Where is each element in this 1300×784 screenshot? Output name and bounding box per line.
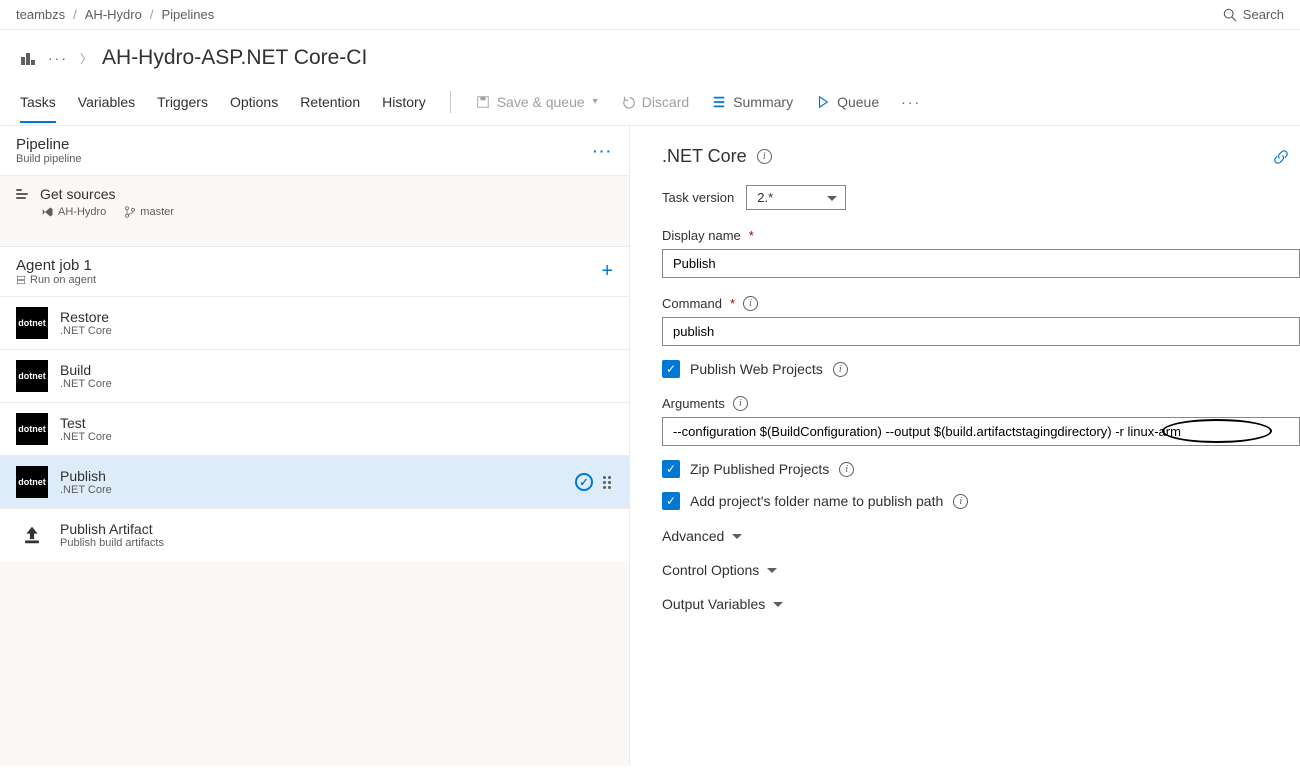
zip-published-label: Zip Published Projects: [690, 461, 829, 477]
drag-handle[interactable]: [603, 476, 613, 489]
page-header: ··· 〉 AH-Hydro-ASP.NET Core-CI: [0, 30, 1300, 78]
breadcrumb-org[interactable]: teambzs: [16, 7, 65, 22]
search-button[interactable]: Search: [1223, 7, 1284, 22]
task-detail-pane: .NET Core i Task version 2.* Display nam…: [630, 126, 1300, 766]
info-icon[interactable]: i: [839, 462, 854, 477]
tab-tasks[interactable]: Tasks: [20, 82, 56, 122]
display-name-label: Display name: [662, 228, 741, 243]
branch-icon: [124, 206, 136, 218]
command-input[interactable]: [662, 317, 1300, 346]
dotnet-icon: dotnet: [16, 466, 48, 498]
search-icon: [1223, 8, 1237, 22]
tab-options[interactable]: Options: [230, 82, 278, 122]
list-icon: [711, 94, 727, 110]
link-settings-icon[interactable]: [1272, 148, 1290, 166]
tab-bar: Tasks Variables Triggers Options Retenti…: [0, 78, 1300, 126]
info-icon[interactable]: i: [743, 296, 758, 311]
publish-web-checkbox[interactable]: ✓: [662, 360, 680, 378]
page-title: AH-Hydro-ASP.NET Core-CI: [102, 46, 367, 70]
zip-published-checkbox[interactable]: ✓: [662, 460, 680, 478]
pipeline-subtitle: Build pipeline: [16, 153, 81, 165]
sources-icon: [16, 189, 30, 199]
save-icon: [475, 94, 491, 110]
get-sources-row[interactable]: Get sources AH-Hydro master: [0, 176, 629, 232]
arguments-label: Arguments: [662, 396, 725, 411]
info-icon[interactable]: i: [953, 494, 968, 509]
content-area: Pipeline Build pipeline ··· Get sources …: [0, 126, 1300, 766]
pipeline-tree: Pipeline Build pipeline ··· Get sources …: [0, 126, 630, 766]
enabled-indicator-icon[interactable]: ✓: [575, 473, 593, 491]
info-icon[interactable]: i: [733, 396, 748, 411]
add-folder-label: Add project's folder name to publish pat…: [690, 493, 943, 509]
branch-indicator: master: [124, 206, 174, 218]
header-more-menu[interactable]: ···: [48, 50, 68, 66]
queue-button[interactable]: Queue: [815, 94, 879, 110]
agent-job-title: Agent job 1: [16, 257, 96, 274]
chevron-down-icon: [773, 596, 783, 612]
pipeline-title: Pipeline: [16, 136, 81, 153]
chevron-down-icon: [767, 562, 777, 578]
arguments-input[interactable]: [662, 417, 1300, 446]
breadcrumb-project[interactable]: AH-Hydro: [85, 7, 142, 22]
pipelines-icon: [20, 50, 36, 66]
dotnet-icon: dotnet: [16, 307, 48, 339]
summary-button[interactable]: Summary: [711, 94, 793, 110]
add-folder-checkbox[interactable]: ✓: [662, 492, 680, 510]
tab-history[interactable]: History: [382, 82, 426, 122]
add-task-button[interactable]: +: [601, 260, 613, 283]
dotnet-icon: dotnet: [16, 360, 48, 392]
task-version-select[interactable]: 2.*: [746, 185, 846, 210]
search-label: Search: [1243, 7, 1284, 22]
tab-triggers[interactable]: Triggers: [157, 82, 208, 122]
display-name-input[interactable]: [662, 249, 1300, 278]
get-sources-label: Get sources: [40, 186, 115, 202]
global-breadcrumb: teambzs / AH-Hydro / Pipelines Search: [0, 0, 1300, 30]
agent-job-row[interactable]: Agent job 1 Run on agent +: [0, 246, 629, 296]
task-version-label: Task version: [662, 190, 734, 205]
dotnet-icon: dotnet: [16, 413, 48, 445]
save-and-queue-button[interactable]: Save & queue ▾: [475, 94, 598, 110]
publish-web-label: Publish Web Projects: [690, 361, 823, 377]
task-row-publish-artifact[interactable]: Publish Artifact Publish build artifacts: [0, 508, 629, 561]
upload-icon: [16, 519, 48, 551]
repo-indicator: AH-Hydro: [42, 206, 106, 218]
chevron-down-icon: ▾: [593, 96, 598, 107]
agent-job-subtitle: Run on agent: [16, 274, 96, 286]
tab-variables[interactable]: Variables: [78, 82, 135, 122]
info-icon[interactable]: i: [757, 149, 772, 164]
command-label: Command: [662, 296, 722, 311]
vs-icon: [42, 206, 54, 218]
pipeline-more-menu[interactable]: ···: [593, 143, 613, 159]
undo-icon: [620, 94, 636, 110]
task-row-build[interactable]: dotnet Build .NET Core: [0, 349, 629, 402]
chevron-down-icon: [732, 528, 742, 544]
section-advanced[interactable]: Advanced: [662, 528, 1300, 544]
info-icon[interactable]: i: [833, 362, 848, 377]
task-row-restore[interactable]: dotnet Restore .NET Core: [0, 296, 629, 349]
pipeline-header[interactable]: Pipeline Build pipeline ···: [0, 126, 629, 176]
task-row-test[interactable]: dotnet Test .NET Core: [0, 402, 629, 455]
server-icon: [16, 275, 26, 285]
task-row-publish[interactable]: dotnet Publish .NET Core ✓: [0, 455, 629, 508]
discard-button[interactable]: Discard: [620, 94, 689, 110]
section-control-options[interactable]: Control Options: [662, 562, 1300, 578]
chevron-right-icon: 〉: [80, 50, 92, 67]
task-detail-title: .NET Core i: [662, 146, 1300, 167]
play-icon: [815, 94, 831, 110]
section-output-variables[interactable]: Output Variables: [662, 596, 1300, 612]
tab-retention[interactable]: Retention: [300, 82, 360, 122]
breadcrumb-area[interactable]: Pipelines: [161, 7, 214, 22]
more-commands-button[interactable]: ···: [901, 94, 921, 110]
